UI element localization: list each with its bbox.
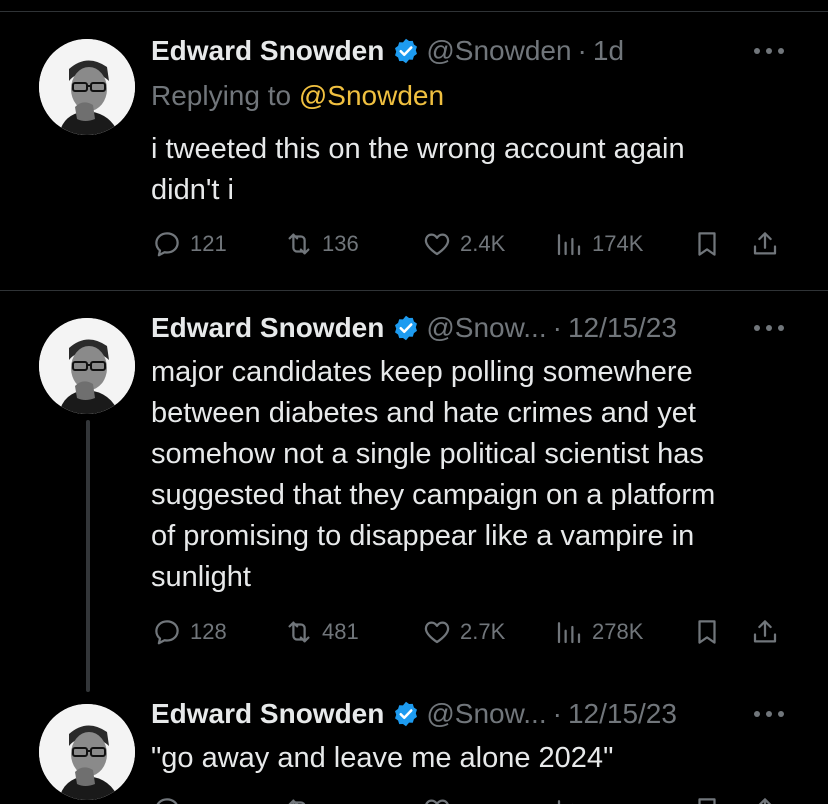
reply-mention-link[interactable]: @Snowden — [299, 80, 444, 111]
separator-dot: · — [552, 698, 562, 729]
author-handle[interactable]: @Snowden — [426, 31, 571, 71]
share-icon — [753, 232, 777, 255]
verified-badge-icon — [395, 701, 418, 727]
author-handle[interactable]: @Snow... — [426, 308, 546, 348]
tweet-actions-partial — [152, 792, 784, 804]
avatar-portrait-icon — [39, 39, 135, 135]
repost-icon — [288, 621, 310, 643]
like-button[interactable] — [422, 792, 460, 804]
avatar-portrait-icon — [39, 318, 135, 414]
repost-count: 136 — [322, 231, 359, 256]
tweet-actions: 121 136 2.4K 174K — [152, 226, 784, 262]
reply-icon — [155, 232, 179, 257]
heart-icon — [425, 799, 449, 804]
reply-button[interactable]: 128 — [152, 614, 227, 650]
views-count: 174K — [592, 231, 644, 256]
reply-count: 121 — [190, 231, 227, 256]
views-count: 278K — [592, 619, 644, 644]
views-icon — [557, 622, 581, 644]
repost-button[interactable]: 136 — [284, 226, 359, 262]
timestamp[interactable]: 12/15/23 — [568, 308, 677, 348]
views-icon — [557, 234, 581, 256]
tweet-actions: 128 481 2.7K 278K — [152, 614, 784, 650]
thread-connector-line — [86, 420, 90, 692]
tweet-text: "go away and leave me alone 2024" — [151, 742, 614, 774]
tweet-header: Edward Snowden @Snow... · 12/15/23 — [151, 694, 677, 734]
avatar[interactable] — [39, 318, 135, 414]
avatar[interactable] — [39, 39, 135, 135]
replying-to: Replying to @Snowden — [151, 76, 444, 116]
bookmark-button[interactable] — [692, 792, 730, 804]
tweet-text: i tweeted this on the wrong account agai… — [151, 133, 685, 206]
author-name[interactable]: Edward Snowden — [151, 308, 384, 348]
top-divider — [0, 11, 828, 12]
author-name[interactable]: Edward Snowden — [151, 694, 384, 734]
share-icon — [758, 798, 772, 804]
timestamp[interactable]: 1d — [593, 31, 624, 71]
views-button[interactable]: 278K — [554, 614, 643, 650]
reply-count: 128 — [190, 619, 227, 644]
more-options-icon[interactable] — [754, 709, 784, 719]
verified-badge-icon — [395, 315, 418, 341]
author-handle[interactable]: @Snow... — [426, 694, 546, 734]
separator-dot: · — [577, 35, 587, 66]
avatar-portrait-icon — [39, 704, 135, 800]
share-icon — [753, 620, 777, 643]
tweet-divider — [0, 290, 828, 291]
views-icon — [557, 800, 573, 804]
separator-dot: · — [552, 312, 562, 343]
more-options-icon[interactable] — [754, 46, 784, 56]
reply-icon — [156, 798, 178, 804]
tweet-text: major candidates keep polling somewhere … — [151, 356, 716, 593]
tweet-header: Edward Snowden @Snow... · 12/15/23 — [151, 308, 677, 348]
like-button[interactable]: 2.7K — [422, 614, 505, 650]
like-button[interactable]: 2.4K — [422, 226, 505, 262]
bookmark-icon — [698, 232, 716, 256]
timestamp[interactable]: 12/15/23 — [568, 694, 677, 734]
like-count: 2.4K — [460, 231, 506, 256]
share-button[interactable] — [750, 614, 788, 650]
repost-button[interactable]: 481 — [284, 614, 359, 650]
heart-icon — [424, 621, 450, 644]
bookmark-icon — [698, 798, 716, 804]
views-button[interactable] — [554, 792, 592, 804]
repost-icon — [288, 233, 310, 255]
bookmark-button[interactable] — [692, 226, 730, 262]
tweet-header: Edward Snowden @Snowden · 1d — [151, 31, 624, 71]
repost-icon — [288, 799, 306, 804]
author-name[interactable]: Edward Snowden — [151, 31, 384, 71]
like-count: 2.7K — [460, 619, 506, 644]
reply-button[interactable] — [152, 792, 190, 804]
verified-badge-icon — [395, 38, 418, 64]
repost-count: 481 — [322, 619, 359, 644]
avatar[interactable] — [39, 704, 135, 800]
heart-icon — [424, 233, 450, 256]
views-button[interactable]: 174K — [554, 226, 643, 262]
bookmark-icon — [698, 620, 716, 644]
more-options-icon[interactable] — [754, 323, 784, 333]
bookmark-button[interactable] — [692, 614, 730, 650]
reply-icon — [155, 620, 179, 645]
replying-to-label: Replying to — [151, 80, 292, 111]
reply-button[interactable]: 121 — [152, 226, 227, 262]
share-button[interactable] — [750, 792, 784, 804]
repost-button[interactable] — [284, 792, 322, 804]
share-button[interactable] — [750, 226, 788, 262]
